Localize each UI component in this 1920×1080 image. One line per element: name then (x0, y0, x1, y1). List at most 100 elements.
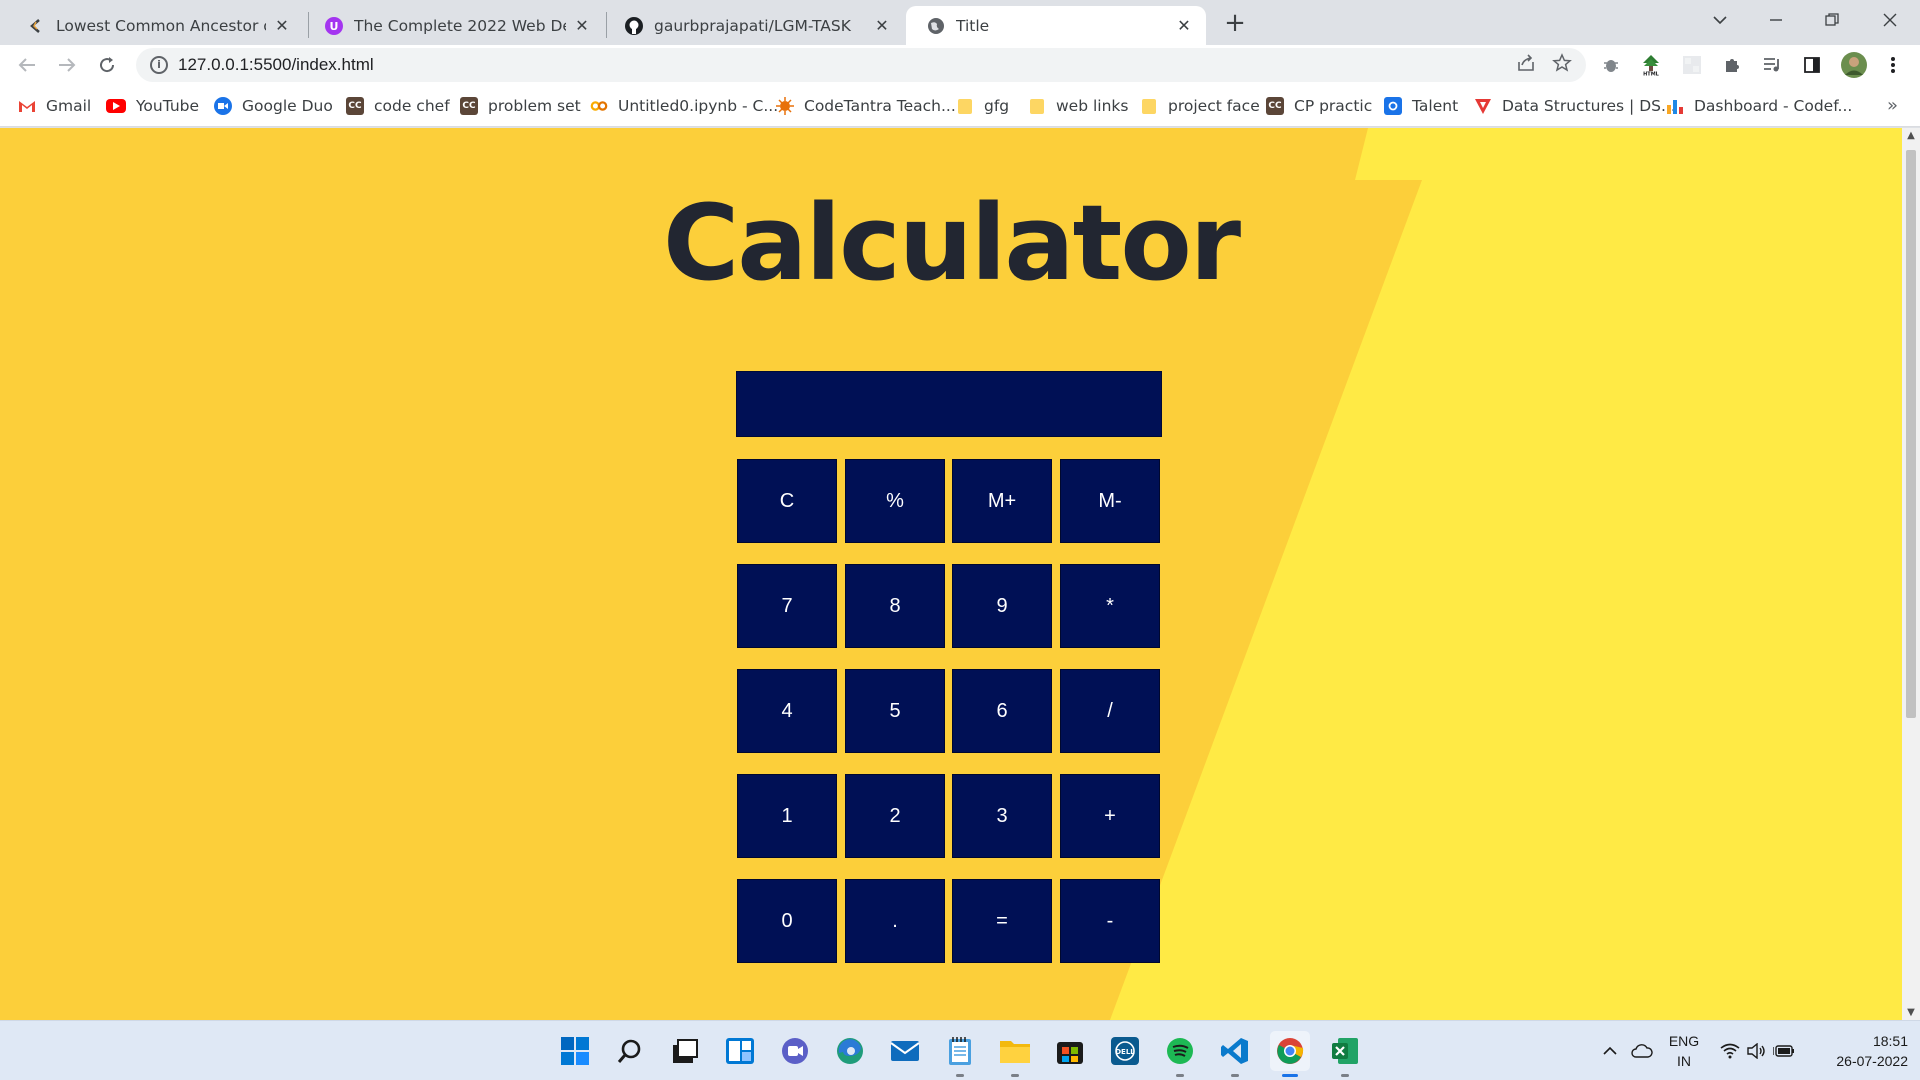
key-button[interactable]: = (952, 879, 1052, 963)
bookmark-label: Data Structures | DS... (1502, 97, 1676, 115)
mail-icon[interactable] (885, 1031, 925, 1071)
minimize-button[interactable] (1748, 0, 1804, 40)
bookmark-talent[interactable]: Talent (1384, 94, 1458, 118)
restore-button[interactable] (1804, 0, 1860, 40)
udemy-icon: U (324, 16, 344, 36)
search-icon[interactable] (610, 1031, 650, 1071)
calculator-display[interactable] (736, 371, 1162, 437)
teams-chat-icon[interactable] (775, 1031, 815, 1071)
scroll-down-icon[interactable]: ▼ (1902, 1007, 1920, 1018)
browser-menu-icon[interactable] (1880, 52, 1906, 78)
key-button[interactable]: 4 (737, 669, 837, 753)
bookmark-star-icon[interactable] (1550, 53, 1574, 77)
key-button[interactable]: 0 (737, 879, 837, 963)
bookmark-folder-web-links[interactable]: web links (1028, 94, 1128, 118)
close-tab-icon[interactable]: ✕ (272, 16, 292, 35)
profile-avatar[interactable] (1839, 50, 1869, 80)
windows-start-icon[interactable] (555, 1031, 595, 1071)
notepad-icon[interactable] (940, 1031, 980, 1077)
input-language-indicator[interactable]: ENG IN (1662, 1031, 1706, 1071)
bookmark-folder-project-face[interactable]: project face (1140, 94, 1260, 118)
key-button[interactable]: 9 (952, 564, 1052, 648)
address-bar[interactable]: i 127.0.0.1:5500/index.html (136, 48, 1586, 82)
tab-strip: Lowest Common Ancestor of a Bi ✕ U The C… (0, 0, 1920, 45)
key-button[interactable]: 5 (845, 669, 945, 753)
bookmark-codetantra[interactable]: CodeTantra Teach... (776, 94, 956, 118)
geeksforgeeks-icon (26, 16, 46, 36)
key-button[interactable]: 8 (845, 564, 945, 648)
bookmark-code-chef[interactable]: CC code chef (346, 94, 450, 118)
volume-icon[interactable] (1744, 1021, 1770, 1080)
tab-search-button[interactable] (1692, 0, 1748, 40)
bookmark-colab[interactable]: Untitled0.ipynb - C... (590, 94, 778, 118)
bookmark-problem-set[interactable]: CC problem set (460, 94, 581, 118)
key-button[interactable]: 2 (845, 774, 945, 858)
spotify-icon[interactable] (1160, 1031, 1200, 1077)
wifi-icon[interactable] (1716, 1021, 1744, 1080)
bookmark-gmail[interactable]: Gmail (18, 94, 91, 118)
grid-extension-icon[interactable] (1679, 52, 1705, 78)
back-button[interactable] (11, 49, 43, 81)
codetantra-icon (776, 97, 794, 115)
key-button[interactable]: / (1060, 669, 1160, 753)
bookmark-cp-practic[interactable]: CC CP practic (1266, 94, 1372, 118)
reload-button[interactable] (91, 49, 123, 81)
key-button[interactable]: C (737, 459, 837, 543)
dell-icon[interactable]: DELL (1105, 1031, 1145, 1071)
tab-web-developer-course[interactable]: U The Complete 2022 Web Develop ✕ (304, 6, 604, 45)
codechef-icon: CC (1266, 97, 1284, 115)
running-indicator (1011, 1074, 1019, 1077)
key-button[interactable]: 7 (737, 564, 837, 648)
onedrive-icon[interactable] (1628, 1021, 1656, 1080)
store-icon[interactable] (1050, 1031, 1090, 1071)
close-tab-icon[interactable]: ✕ (572, 16, 592, 35)
puzzle-extensions-icon[interactable] (1719, 52, 1745, 78)
share-icon[interactable] (1514, 53, 1538, 77)
media-control-icon[interactable] (1759, 52, 1785, 78)
scrollbar-thumb[interactable] (1906, 150, 1916, 718)
key-button[interactable]: . (845, 879, 945, 963)
site-info-icon[interactable]: i (150, 56, 168, 74)
close-tab-icon[interactable]: ✕ (1174, 16, 1194, 35)
edge-icon[interactable] (830, 1031, 870, 1071)
key-button[interactable]: 6 (952, 669, 1052, 753)
bookmark-youtube[interactable]: YouTube (106, 94, 199, 118)
address-url[interactable]: 127.0.0.1:5500/index.html (178, 55, 374, 75)
key-button[interactable]: + (1060, 774, 1160, 858)
task-view-icon[interactable] (665, 1031, 705, 1071)
bookmark-codeforces-dashboard[interactable]: Dashboard - Codef... (1666, 94, 1852, 118)
key-button[interactable]: M+ (952, 459, 1052, 543)
close-window-button[interactable] (1862, 0, 1918, 40)
more-bookmarks-icon[interactable]: » (1887, 95, 1898, 116)
page-scrollbar[interactable]: ▲ ▼ (1902, 128, 1920, 1020)
html-extension-icon[interactable]: HTML (1638, 52, 1664, 78)
bug-extension-icon[interactable] (1598, 52, 1624, 78)
bookmark-folder-gfg[interactable]: gfg (956, 94, 1009, 118)
clock[interactable]: 18:51 26-07-2022 (1808, 1031, 1908, 1071)
tutorialcup-icon (1474, 97, 1492, 115)
close-tab-icon[interactable]: ✕ (872, 16, 892, 35)
key-button[interactable]: - (1060, 879, 1160, 963)
tab-lowest-common-ancestor[interactable]: Lowest Common Ancestor of a Bi ✕ (6, 6, 304, 45)
key-button[interactable]: 1 (737, 774, 837, 858)
key-button[interactable]: M- (1060, 459, 1160, 543)
new-tab-button[interactable]: + (1220, 8, 1250, 38)
forward-button[interactable] (51, 49, 83, 81)
tab-github-repo[interactable]: gaurbprajapati/LGM-TASK ✕ (604, 6, 904, 45)
file-explorer-icon[interactable] (995, 1031, 1035, 1077)
vscode-icon[interactable] (1215, 1031, 1255, 1077)
excel-icon[interactable] (1325, 1031, 1365, 1077)
scroll-up-icon[interactable]: ▲ (1902, 130, 1920, 141)
side-panel-icon[interactable] (1799, 52, 1825, 78)
tab-title-active[interactable]: Title ✕ (906, 6, 1206, 45)
show-hidden-icons[interactable] (1598, 1021, 1622, 1080)
bookmark-data-structures[interactable]: Data Structures | DS... (1474, 94, 1676, 118)
key-button[interactable]: % (845, 459, 945, 543)
key-button[interactable]: 3 (952, 774, 1052, 858)
chrome-icon[interactable] (1270, 1031, 1310, 1077)
bookmark-google-duo[interactable]: Google Duo (214, 94, 333, 118)
key-button[interactable]: * (1060, 564, 1160, 648)
widgets-icon[interactable] (720, 1031, 760, 1071)
battery-icon[interactable] (1770, 1021, 1798, 1080)
running-indicator (1341, 1074, 1349, 1077)
